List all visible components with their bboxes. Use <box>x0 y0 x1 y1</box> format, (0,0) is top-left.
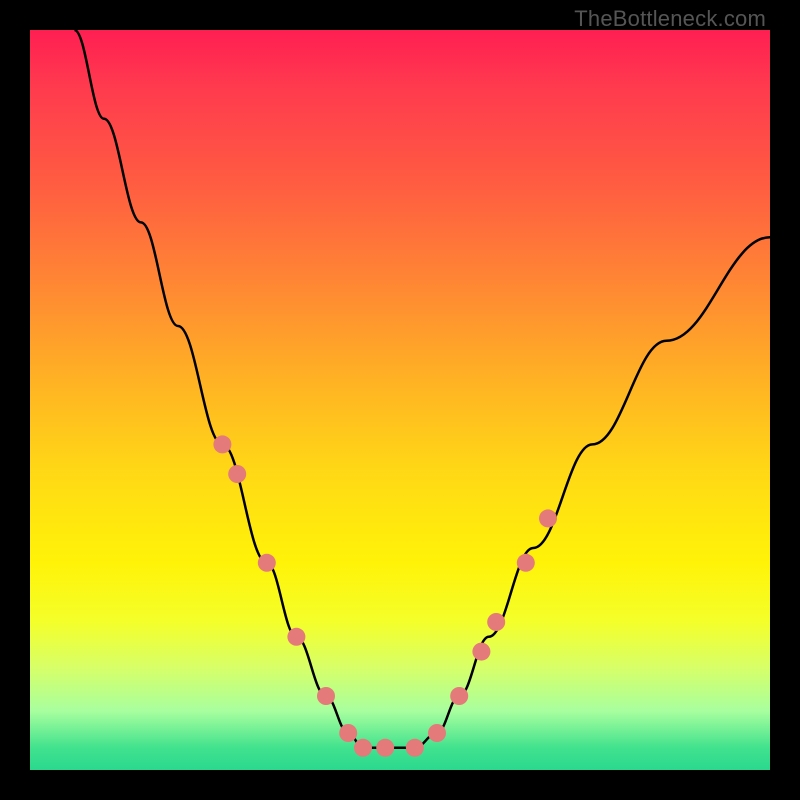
watermark-label: TheBottleneck.com <box>574 6 766 32</box>
chart-svg <box>30 30 770 770</box>
highlight-dot <box>339 724 357 742</box>
highlight-dot <box>539 509 557 527</box>
highlight-dot <box>317 687 335 705</box>
bottleneck-curve <box>74 30 770 748</box>
highlight-dot <box>287 628 305 646</box>
chart-plot-area <box>30 30 770 770</box>
highlight-dot <box>450 687 468 705</box>
highlight-dot <box>472 643 490 661</box>
highlight-dot <box>428 724 446 742</box>
highlight-dot <box>258 554 276 572</box>
highlight-dot <box>487 613 505 631</box>
highlight-dot <box>354 739 372 757</box>
highlight-dot <box>228 465 246 483</box>
highlight-dot <box>406 739 424 757</box>
highlight-dot <box>213 435 231 453</box>
highlight-dot <box>517 554 535 572</box>
highlight-dots-group <box>213 435 557 756</box>
highlight-dot <box>376 739 394 757</box>
